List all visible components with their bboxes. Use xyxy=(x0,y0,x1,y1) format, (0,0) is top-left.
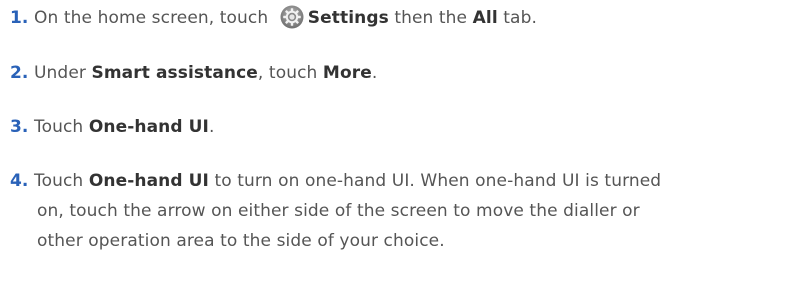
settings-gear-icon xyxy=(280,5,304,29)
step-4-line-2: on, touch the arrow on either side of th… xyxy=(37,201,640,221)
step-number: 3. xyxy=(10,117,29,137)
smart-assistance-label: Smart assistance xyxy=(91,63,258,83)
step-2: 2. Under Smart assistance, touch More. xyxy=(10,63,378,83)
step-number: 4. xyxy=(10,171,29,191)
step-1: 1. On the home screen, touch Settings th… xyxy=(10,3,790,33)
step-4-line-3: other operation area to the side of your… xyxy=(37,231,445,251)
settings-label: Settings xyxy=(307,8,389,28)
one-hand-ui-label: One-hand UI xyxy=(88,117,209,137)
step-number: 2. xyxy=(10,63,29,83)
step-4: 4. Touch One-hand UI to turn on one-hand… xyxy=(10,166,790,256)
step-text: On the home screen, touch xyxy=(34,8,269,28)
step-3: 3. Touch One-hand UI. xyxy=(10,117,215,137)
step-4-line-1: 4. Touch One-hand UI to turn on one-hand… xyxy=(10,171,662,191)
instruction-steps: 1. On the home screen, touch Settings th… xyxy=(0,0,800,281)
step-number: 1. xyxy=(10,8,29,28)
all-tab-label: All xyxy=(472,8,498,28)
more-label: More xyxy=(322,63,372,83)
one-hand-ui-label: One-hand UI xyxy=(88,171,209,191)
